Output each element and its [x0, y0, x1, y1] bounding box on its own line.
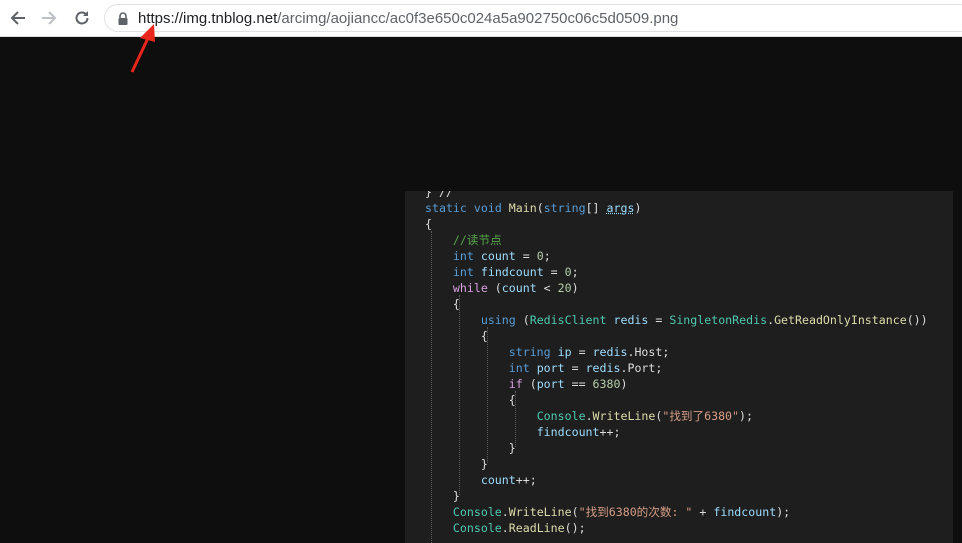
code-line-1: static void Main(string[] args): [425, 201, 642, 215]
code-editor: } // static void Main(string[] args) { /…: [405, 191, 953, 543]
code-line-16: }: [508, 441, 516, 455]
forward-arrow-icon: [42, 11, 57, 25]
code-line-13: {: [508, 393, 516, 407]
code-line-11: int port = redis.Port;: [508, 361, 663, 375]
code-line-8: using (RedisClient redis = SingletonRedi…: [480, 313, 928, 327]
code-line-18: count++;: [480, 473, 537, 487]
code-block: } // static void Main(string[] args) { /…: [425, 191, 928, 536]
code-line-7: {: [452, 297, 460, 311]
reload-icon: [75, 11, 89, 25]
code-line-10: string ip = redis.Host;: [508, 345, 670, 359]
code-line-9: {: [480, 329, 488, 343]
code-line-14: Console.WriteLine("找到了6380");: [536, 409, 753, 423]
code-line-20: Console.WriteLine("找到6380的次数: " + findco…: [452, 505, 791, 519]
code-line-4: int count = 0;: [452, 249, 551, 263]
code-line-19: }: [452, 489, 460, 503]
code-line-partial: } //: [425, 191, 460, 199]
reload-button[interactable]: [70, 6, 94, 30]
code-line-12: if (port == 6380): [508, 377, 628, 391]
red-pointer-arrow-icon: [130, 24, 155, 73]
forward-button[interactable]: [37, 6, 61, 30]
code-line-6: while (count < 20): [452, 281, 579, 295]
code-line-21: Console.ReadLine();: [452, 521, 586, 535]
back-arrow-icon: [10, 11, 25, 25]
code-line-2: {: [425, 217, 432, 231]
code-line-5: int findcount = 0;: [452, 265, 579, 279]
url-text[interactable]: https://img.tnblog.net/arcimg/aojiancc/a…: [138, 10, 678, 27]
address-bar[interactable]: https://img.tnblog.net/arcimg/aojiancc/a…: [104, 4, 962, 32]
code-line-3: //读节点: [452, 233, 502, 247]
back-button[interactable]: [6, 6, 30, 30]
code-line-15: findcount++;: [536, 425, 621, 439]
url-path: /arcimg/aojiancc/ac0f3e650c024a5a902750c…: [277, 10, 679, 27]
code-line-17: }: [480, 457, 488, 471]
